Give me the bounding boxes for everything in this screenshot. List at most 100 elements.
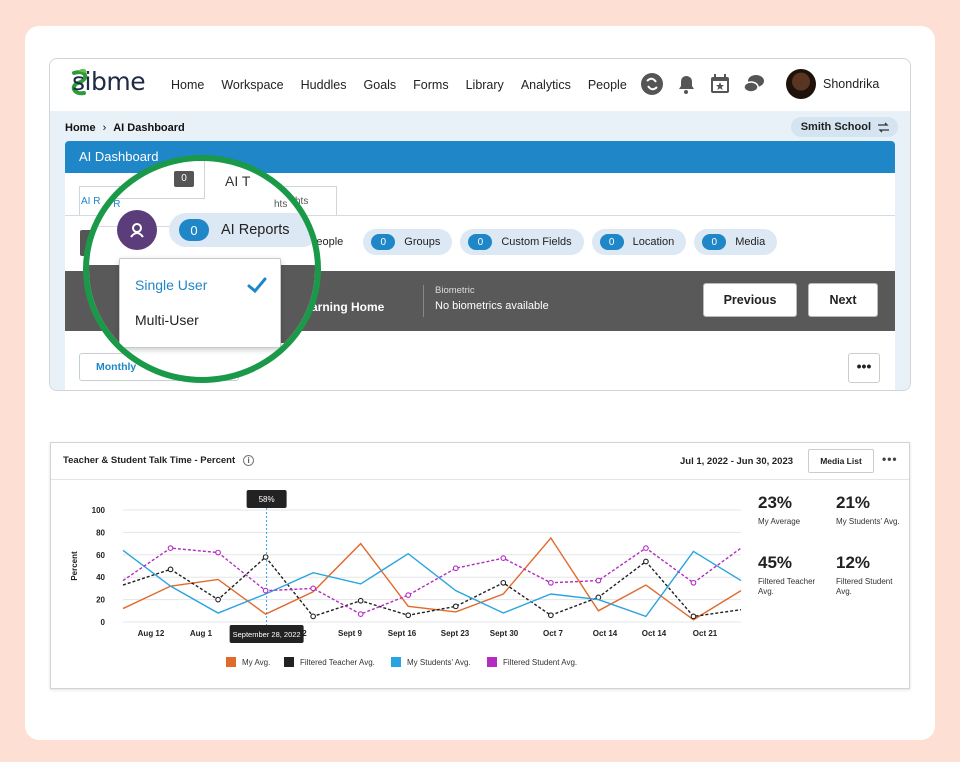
logo-text[interactable]: sibme — [72, 67, 146, 96]
bell-icon[interactable] — [674, 72, 698, 96]
chip-count: 0 — [468, 234, 493, 250]
menu-library[interactable]: Library — [466, 78, 504, 92]
data-point — [167, 545, 174, 551]
tooltip-value: 58% — [246, 490, 287, 508]
chart-more-icon[interactable]: ••• — [882, 452, 898, 466]
option-multi-user[interactable]: Multi-User — [135, 312, 199, 328]
x-tick-label: Sept 30 — [490, 629, 519, 638]
chip-label: Media — [735, 236, 766, 248]
talk-time-chart: 020406080100PercentAug 12Aug 1t 2Sept 9S… — [70, 490, 742, 667]
tooltip-date-text: September 28, 2022 — [233, 630, 301, 639]
legend-label: My Students' Avg. — [407, 658, 471, 667]
data-point — [310, 613, 317, 620]
legend-swatch — [226, 657, 236, 667]
y-axis-label: Percent — [70, 551, 79, 581]
chip-label: Groups — [404, 236, 441, 248]
breadcrumb-home[interactable]: Home — [65, 122, 96, 134]
breadcrumb: Home › AI Dashboard — [65, 122, 185, 134]
chip-label: Location — [632, 236, 675, 248]
previous-button[interactable]: Previous — [703, 283, 797, 317]
data-point — [547, 612, 554, 619]
legend-label: Filtered Teacher Avg. — [300, 658, 375, 667]
user-mode-dropdown: Single User Multi-User — [119, 258, 281, 348]
x-tick-label: Oct 21 — [693, 629, 718, 638]
more-options-button[interactable]: ••• — [848, 353, 880, 383]
next-button[interactable]: Next — [808, 283, 878, 317]
date-range[interactable]: Jul 1, 2022 - Jun 30, 2023 — [680, 456, 793, 467]
stat-label: My Students' Avg. — [836, 517, 900, 526]
zoomed-tabs: ts 0 AI T — [89, 161, 315, 199]
x-tick-label: Oct 7 — [543, 629, 564, 638]
stat-label: Filtered Student Avg. — [836, 577, 893, 596]
legend-label: My Avg. — [242, 658, 270, 667]
menu-goals[interactable]: Goals — [364, 78, 397, 92]
calendar-icon[interactable] — [708, 72, 732, 96]
menu-home[interactable]: Home — [171, 78, 204, 92]
stat-students-average: 21% My Students' Avg. — [836, 493, 902, 527]
stat-label: My Average — [758, 517, 801, 526]
ai-assistant-icon[interactable] — [640, 72, 664, 96]
data-point — [690, 579, 697, 586]
zoomed-sub-tab-b[interactable]: hts — [274, 199, 287, 210]
divider — [423, 285, 424, 317]
data-point — [357, 611, 364, 618]
data-point — [500, 555, 507, 562]
tooltip-date: September 28, 2022 — [229, 625, 304, 643]
user-mode-toggle[interactable] — [117, 210, 157, 250]
checkmark-icon — [247, 277, 267, 294]
stat-filtered-student: 12% Filtered Student Avg. — [836, 553, 902, 597]
zoomed-tab-ai[interactable]: AI T — [225, 173, 250, 189]
data-point — [595, 577, 602, 584]
data-point — [215, 549, 221, 556]
stat-value: 45% — [758, 553, 793, 572]
chat-icon[interactable] — [742, 72, 766, 96]
menu-people[interactable]: People — [588, 78, 627, 92]
data-point — [405, 612, 412, 619]
chart-title: Teacher & Student Talk Time - Percent — [63, 455, 236, 466]
top-navbar: sibme Home Workspace Huddles Goals Forms… — [50, 59, 910, 111]
menu-forms[interactable]: Forms — [413, 78, 448, 92]
data-point — [215, 596, 221, 603]
ai-reports-label: AI Reports — [221, 222, 290, 238]
ai-reports-chip[interactable]: 0 AI Reports — [169, 213, 315, 247]
chip-custom-fields[interactable]: 0 Custom Fields — [460, 229, 584, 255]
chart-title-row: Teacher & Student Talk Time - Percent i — [63, 455, 255, 466]
menu-huddles[interactable]: Huddles — [301, 78, 347, 92]
talk-time-card: Teacher & Student Talk Time - Percent i … — [50, 442, 910, 689]
user-name[interactable]: Shondrika — [823, 77, 879, 91]
series-line-3 — [122, 547, 742, 615]
school-name: Smith School — [800, 121, 871, 133]
info-icon[interactable]: i — [243, 455, 255, 466]
chip-label: Custom Fields — [501, 236, 572, 248]
y-tick-label: 80 — [96, 528, 105, 537]
tooltip-value-text: 58% — [259, 495, 275, 504]
menu-workspace[interactable]: Workspace — [221, 78, 283, 92]
data-point — [310, 585, 317, 592]
zoomed-tab-reports[interactable]: ts 0 — [89, 161, 205, 199]
zoomed-sub-tab-a[interactable]: AI R — [101, 199, 120, 210]
y-tick-label: 60 — [96, 551, 105, 560]
data-point — [262, 554, 269, 560]
y-tick-label: 20 — [96, 596, 105, 605]
magnifier-callout: ts 0 AI T AI R hts 0 AI Reports Single U… — [83, 155, 321, 383]
y-tick-label: 0 — [101, 618, 106, 627]
media-list-button[interactable]: Media List — [808, 449, 874, 473]
user-avatar[interactable] — [786, 69, 816, 99]
filter-chips: People 0 Groups 0 Custom Fields 0 Locati… — [295, 229, 778, 255]
option-single-user[interactable]: Single User — [135, 277, 207, 293]
main-menu: Home Workspace Huddles Goals Forms Libra… — [171, 59, 644, 111]
y-tick-label: 100 — [92, 506, 106, 515]
user-menu[interactable]: Shondrika — [786, 69, 879, 99]
menu-analytics[interactable]: Analytics — [521, 78, 571, 92]
chip-location[interactable]: 0 Location — [591, 229, 687, 255]
chip-groups[interactable]: 0 Groups — [363, 229, 453, 255]
zoomed-tab-label: ts — [120, 172, 131, 188]
stat-value: 23% — [758, 493, 793, 512]
data-point — [452, 565, 459, 572]
biometric-value: No biometrics available — [435, 300, 549, 312]
stat-value: 12% — [836, 553, 871, 572]
chip-media[interactable]: 0 Media — [694, 229, 778, 255]
school-selector[interactable]: Smith School — [790, 117, 898, 137]
legend-swatch — [284, 657, 294, 667]
legend-label: Filtered Student Avg. — [503, 658, 577, 667]
